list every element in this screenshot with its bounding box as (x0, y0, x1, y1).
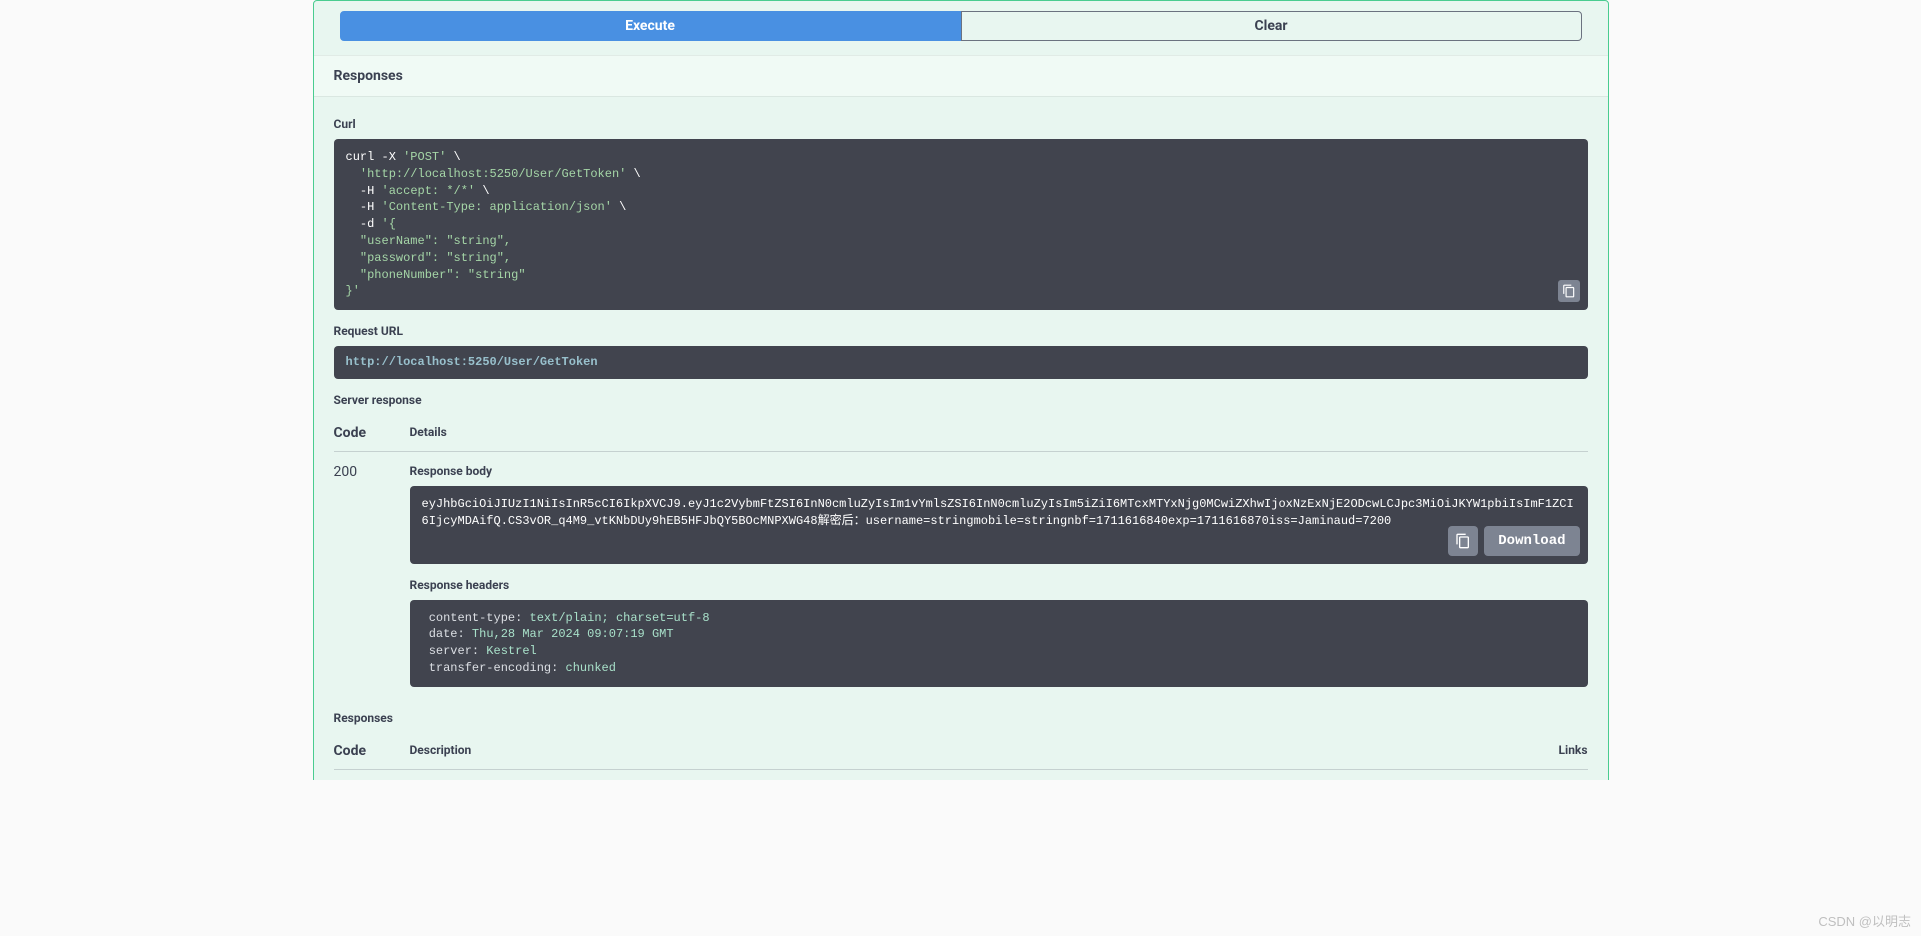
declared-response-row: 200 Success No links (334, 770, 1588, 780)
description-column-header: Description (410, 743, 1468, 759)
download-button[interactable]: Download (1484, 526, 1579, 556)
response-headers-value: content-type: text/plain; charset=utf-8 … (410, 600, 1588, 687)
response-details: Response body eyJhbGciOiJIUzI1NiIsInR5cC… (410, 464, 1588, 701)
server-response-table-head: Code Details (334, 415, 1588, 452)
curl-label: Curl (334, 117, 1588, 131)
copy-curl-button[interactable] (1558, 280, 1580, 302)
watermark: CSDN @以明志 (1818, 911, 1911, 930)
execute-button[interactable]: Execute (340, 11, 961, 41)
page-scroll[interactable]: Execute Clear Responses Curl curl -X 'PO… (0, 0, 1921, 780)
server-response-row: 200 Response body eyJhbGciOiJIUzI1NiIsIn… (334, 452, 1588, 707)
declared-responses-label: Responses (334, 711, 1588, 725)
request-url-value: http://localhost:5250/User/GetToken (334, 346, 1588, 379)
response-code: 200 (334, 464, 410, 480)
request-url-label: Request URL (334, 324, 1588, 338)
details-column-header: Details (410, 425, 1588, 441)
execute-toolbar: Execute Clear (314, 1, 1608, 55)
declared-responses-head: Code Description Links (334, 733, 1588, 770)
response-body-label: Response body (410, 464, 1588, 478)
clear-button[interactable]: Clear (961, 11, 1582, 41)
responses-header: Responses (314, 55, 1608, 96)
links-column-header: Links (1468, 743, 1588, 759)
code-column-header: Code (334, 425, 410, 441)
server-response-label: Server response (334, 393, 1588, 407)
curl-command: curl -X 'POST' \ 'http://localhost:5250/… (334, 139, 1588, 310)
responses-title: Responses (334, 68, 1588, 84)
copy-body-button[interactable] (1448, 526, 1478, 556)
responses-body: Curl curl -X 'POST' \ 'http://localhost:… (314, 96, 1608, 780)
operation-block: Execute Clear Responses Curl curl -X 'PO… (313, 0, 1609, 780)
clipboard-icon (1562, 284, 1576, 298)
clipboard-icon (1455, 533, 1471, 549)
response-body-value: eyJhbGciOiJIUzI1NiIsInR5cCI6IkpXVCJ9.eyJ… (410, 486, 1588, 564)
response-headers-label: Response headers (410, 578, 1588, 592)
code-column-header2: Code (334, 743, 410, 759)
